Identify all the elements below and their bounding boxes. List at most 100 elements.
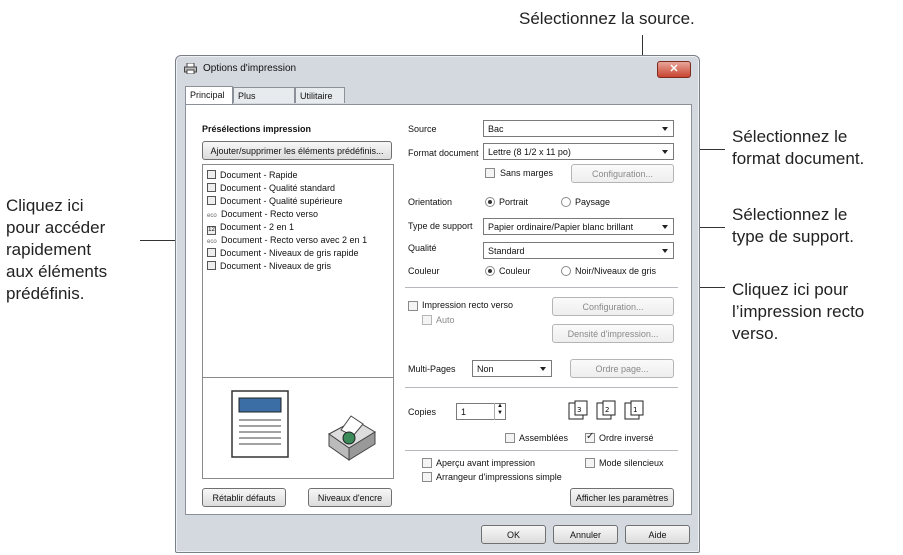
callout-presets-line3: rapidement: [6, 240, 92, 259]
chevron-down-icon: [662, 127, 668, 131]
portrait-label: Portrait: [499, 197, 529, 207]
density-button[interactable]: Densité d'impression...: [552, 324, 674, 343]
list-item[interactable]: 12 Document - 2 en 1: [207, 221, 295, 235]
collate-label: Assemblées: [519, 433, 569, 443]
borderless-checkbox[interactable]: [485, 168, 495, 178]
callout-presets-line1: Cliquez ici: [6, 196, 84, 215]
auto-checkbox[interactable]: [422, 315, 432, 325]
list-item[interactable]: eco Document - Recto verso: [207, 208, 318, 221]
media-type-label: Type de support: [408, 221, 473, 231]
callout-recto-line1: Cliquez ici pour: [732, 280, 849, 299]
source-value: Bac: [488, 124, 504, 134]
chevron-down-icon: [662, 249, 668, 253]
document-icon: [207, 170, 216, 179]
chevron-down-icon: [662, 150, 668, 154]
separator: [405, 450, 678, 451]
document-icon: [207, 248, 216, 257]
list-item[interactable]: eco Document - Recto verso avec 2 en 1: [207, 234, 367, 247]
list-item[interactable]: Document - Rapide: [207, 169, 298, 182]
print-arranger-checkbox[interactable]: [422, 472, 432, 482]
list-item[interactable]: Document - Niveaux de gris: [207, 260, 331, 273]
page-order-button[interactable]: Ordre page...: [570, 359, 674, 378]
copies-value: 1: [461, 407, 467, 417]
multipage-select[interactable]: Non: [472, 360, 552, 377]
preset-label: Document - Rapide: [220, 170, 298, 180]
stepper-down-icon[interactable]: ▼: [495, 410, 505, 417]
add-remove-presets-button[interactable]: Ajouter/supprimer les éléments prédéfini…: [202, 141, 392, 160]
landscape-radio[interactable]: [561, 197, 571, 207]
svg-text:1: 1: [633, 406, 637, 414]
cancel-button[interactable]: Annuler: [553, 525, 618, 544]
config-button[interactable]: Configuration...: [571, 164, 674, 183]
callout-source: Sélectionnez la source.: [519, 9, 695, 28]
close-button[interactable]: ✕: [657, 61, 691, 78]
printer-icon: [184, 63, 197, 74]
orientation-label: Orientation: [408, 197, 453, 207]
callout-recto-line2: l’impression recto: [732, 302, 865, 321]
duplex-config-button[interactable]: Configuration...: [552, 297, 674, 316]
tab-principal[interactable]: Principal: [185, 86, 233, 104]
ink-levels-button[interactable]: Niveaux d'encre: [308, 488, 392, 507]
print-preview-checkbox[interactable]: [422, 458, 432, 468]
multipage-value: Non: [477, 364, 494, 374]
preset-label: Document - Niveaux de gris rapide: [220, 248, 359, 258]
show-settings-button[interactable]: Afficher les paramètres: [570, 488, 674, 507]
reverse-order-label: Ordre inversé: [599, 433, 654, 443]
callout-presets-line4: aux éléments: [6, 262, 108, 281]
quiet-mode-label: Mode silencieux: [599, 458, 664, 468]
color-option-label: Couleur: [499, 266, 531, 276]
copies-input[interactable]: 1 ▲ ▼: [456, 403, 506, 420]
tab-utilitaire[interactable]: Utilitaire: [295, 87, 345, 103]
callout-presets-line2: pour accéder: [6, 218, 106, 237]
grayscale-radio[interactable]: [561, 266, 571, 276]
format-value: Lettre (8 1/2 x 11 po): [488, 147, 571, 157]
media-type-select[interactable]: Papier ordinaire/Papier blanc brillant: [483, 218, 674, 235]
presets-heading: Présélections impression: [202, 124, 312, 134]
list-item[interactable]: Document - Qualité supérieure: [207, 195, 343, 208]
callout-format-line2: format document.: [732, 149, 865, 168]
callout-recto-line3: verso.: [732, 324, 779, 343]
preset-label: Document - 2 en 1: [220, 222, 295, 232]
restore-defaults-button[interactable]: Rétablir défauts: [202, 488, 286, 507]
list-item[interactable]: Document - Niveaux de gris rapide: [207, 247, 359, 260]
format-select[interactable]: Lettre (8 1/2 x 11 po): [483, 143, 674, 160]
portrait-radio[interactable]: [485, 197, 495, 207]
svg-text:2: 2: [605, 406, 609, 414]
separator: [405, 387, 678, 388]
landscape-label: Paysage: [575, 197, 611, 207]
media-type-value: Papier ordinaire/Papier blanc brillant: [488, 222, 634, 232]
stepper-up-icon[interactable]: ▲: [495, 403, 505, 410]
quiet-mode-checkbox[interactable]: [585, 458, 595, 468]
quality-select[interactable]: Standard: [483, 242, 674, 259]
preset-label: Document - Niveaux de gris: [220, 261, 332, 271]
print-arranger-label: Arrangeur d'impressions simple: [436, 472, 562, 482]
list-item[interactable]: Document - Qualité standard: [207, 182, 335, 195]
help-button[interactable]: Aide: [625, 525, 690, 544]
principal-panel: Présélections impression Ajouter/supprim…: [185, 104, 692, 515]
document-icon: [207, 196, 216, 205]
preset-label: Document - Qualité supérieure: [220, 196, 343, 206]
copies-label: Copies: [408, 407, 437, 417]
borderless-label: Sans marges: [500, 168, 554, 178]
source-select[interactable]: Bac: [483, 120, 674, 137]
grayscale-option-label: Noir/Niveaux de gris: [575, 266, 657, 276]
preset-label: Document - Recto verso: [221, 209, 319, 219]
duplex-checkbox[interactable]: [408, 301, 418, 311]
close-icon: ✕: [669, 63, 679, 75]
chevron-down-icon: [540, 367, 546, 371]
reverse-order-checkbox[interactable]: [585, 431, 595, 443]
collate-checkbox[interactable]: [505, 433, 515, 443]
callout-type: Sélectionnez le type de support.: [732, 204, 854, 248]
quality-label: Qualité: [408, 243, 437, 253]
callout-type-line1: Sélectionnez le: [732, 205, 848, 224]
tab-plus-options[interactable]: Plus d'options: [233, 87, 295, 117]
copies-stepper[interactable]: ▲ ▼: [494, 403, 505, 420]
format-label: Format document: [408, 148, 479, 158]
title-bar: Options d'impression ✕: [176, 56, 699, 82]
color-radio[interactable]: [485, 266, 495, 276]
ok-button[interactable]: OK: [481, 525, 546, 544]
quality-value: Standard: [488, 246, 525, 256]
preset-label: Document - Qualité standard: [220, 183, 336, 193]
document-icon: [207, 183, 216, 192]
document-icon: [207, 261, 216, 270]
